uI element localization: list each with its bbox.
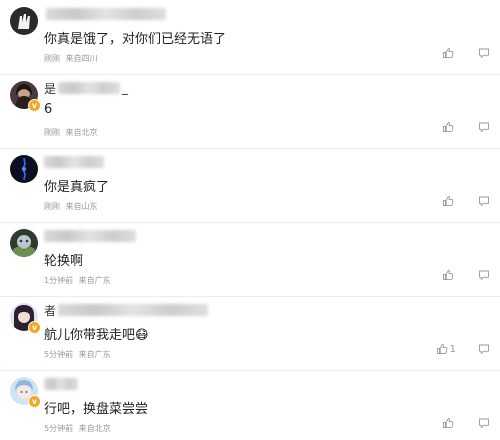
comment-meta: 5分钟前 来自广东 bbox=[44, 349, 111, 360]
thumbs-up-icon bbox=[443, 270, 454, 281]
comment-location: 来自四川 bbox=[65, 54, 98, 63]
thumbs-up-icon bbox=[443, 196, 454, 207]
verified-badge: v bbox=[28, 395, 41, 408]
comment-item: 你真是饿了，对你们已经无语了 刚刚 来自四川 bbox=[0, 0, 500, 75]
comment-icon bbox=[479, 418, 489, 428]
reply-button[interactable] bbox=[478, 269, 490, 281]
comment-icon bbox=[479, 48, 489, 58]
comment-location: 来自山东 bbox=[65, 202, 98, 211]
like-button[interactable] bbox=[442, 417, 456, 429]
comment-meta: 刚刚 来自北京 bbox=[44, 127, 98, 138]
avatar[interactable] bbox=[10, 229, 38, 257]
thumbs-up-icon bbox=[443, 48, 454, 59]
reply-button[interactable] bbox=[478, 343, 490, 355]
like-button[interactable] bbox=[442, 195, 456, 207]
avatar[interactable]: v bbox=[10, 377, 41, 408]
comment-time: 刚刚 bbox=[44, 202, 60, 211]
comment-actions bbox=[420, 121, 490, 133]
username-visible-part: 者 bbox=[44, 303, 57, 318]
comment-time: 刚刚 bbox=[44, 128, 60, 137]
comment-time: 1分钟前 bbox=[44, 276, 74, 285]
username[interactable] bbox=[44, 229, 136, 243]
avatar-image bbox=[10, 229, 38, 257]
comment-time: 5分钟前 bbox=[44, 424, 74, 433]
username[interactable] bbox=[44, 377, 78, 391]
comment-icon bbox=[479, 344, 489, 354]
comment-meta: 刚刚 来自四川 bbox=[44, 53, 98, 64]
thumbs-up-icon bbox=[443, 122, 454, 133]
comment-text: 航儿你带我走吧😷 bbox=[44, 328, 149, 343]
username[interactable] bbox=[44, 155, 104, 169]
comment-text: 你是真疯了 bbox=[44, 180, 110, 195]
like-button[interactable] bbox=[442, 47, 456, 59]
comment-meta: 1分钟前 来自广东 bbox=[44, 275, 111, 286]
username[interactable]: 者 bbox=[44, 303, 209, 318]
comment-actions bbox=[420, 47, 490, 59]
comment-actions bbox=[420, 417, 490, 429]
verified-badge: v bbox=[28, 99, 41, 112]
comment-actions bbox=[420, 269, 490, 281]
thumbs-up-icon bbox=[436, 344, 447, 355]
username-blurred bbox=[58, 304, 209, 316]
comment-icon bbox=[479, 122, 489, 132]
username-blurred bbox=[44, 156, 104, 168]
avatar[interactable] bbox=[10, 7, 38, 35]
comment-meta: 5分钟前 来自北京 bbox=[44, 423, 111, 434]
reply-button[interactable] bbox=[478, 195, 490, 207]
comment-text: 你真是饿了，对你们已经无语了 bbox=[44, 32, 227, 47]
comment-location: 来自北京 bbox=[65, 128, 98, 137]
reply-button[interactable] bbox=[478, 121, 490, 133]
comment-item: 轮换啊 1分钟前 来自广东 bbox=[0, 222, 500, 297]
thumbs-up-icon bbox=[443, 418, 454, 429]
username-visible-part: 是 bbox=[44, 81, 57, 96]
username[interactable]: 是 _ bbox=[44, 81, 130, 96]
verified-badge: v bbox=[28, 321, 41, 334]
username[interactable] bbox=[44, 7, 166, 21]
username-blurred bbox=[58, 82, 121, 94]
username-blurred bbox=[44, 378, 78, 390]
comment-time: 5分钟前 bbox=[44, 350, 74, 359]
like-button[interactable] bbox=[442, 269, 456, 281]
comment-item: 你是真疯了 刚刚 来自山东 bbox=[0, 148, 500, 223]
reply-button[interactable] bbox=[478, 47, 490, 59]
comment-location: 来自北京 bbox=[78, 424, 111, 433]
comment-text: 轮换啊 bbox=[44, 254, 84, 269]
comment-location: 来自广东 bbox=[78, 350, 111, 359]
username-blurred bbox=[44, 230, 136, 242]
comment-meta: 刚刚 来自山东 bbox=[44, 201, 98, 212]
comment-item: v 者 航儿你带我走吧😷 5分钟前 来自广东 1 bbox=[0, 296, 500, 371]
avatar-image bbox=[10, 7, 38, 35]
comment-item: v 是 _ 6 刚刚 来自北京 bbox=[0, 74, 500, 149]
comment-actions: 1 bbox=[414, 343, 490, 355]
reply-button[interactable] bbox=[478, 417, 490, 429]
like-count: 1 bbox=[449, 343, 456, 355]
comment-text: 6 bbox=[44, 102, 53, 117]
username-blurred bbox=[46, 8, 166, 20]
comment-icon bbox=[479, 196, 489, 206]
comment-list: 你真是饿了，对你们已经无语了 刚刚 来自四川 v 是 _ 6 刚刚 来自北京 你… bbox=[0, 0, 500, 440]
comment-time: 刚刚 bbox=[44, 54, 60, 63]
like-button[interactable] bbox=[442, 121, 456, 133]
avatar[interactable]: v bbox=[10, 303, 41, 334]
like-button[interactable]: 1 bbox=[436, 343, 456, 355]
avatar[interactable]: v bbox=[10, 81, 41, 112]
comment-text: 行吧，换盘菜尝尝 bbox=[44, 402, 149, 417]
avatar[interactable] bbox=[10, 155, 38, 183]
comment-actions bbox=[420, 195, 490, 207]
comment-location: 来自广东 bbox=[78, 276, 111, 285]
username-visible-suffix: _ bbox=[122, 81, 129, 95]
comment-item: v 行吧，换盘菜尝尝 5分钟前 来自北京 bbox=[0, 370, 500, 440]
avatar-image bbox=[10, 155, 38, 183]
comment-icon bbox=[479, 270, 489, 280]
